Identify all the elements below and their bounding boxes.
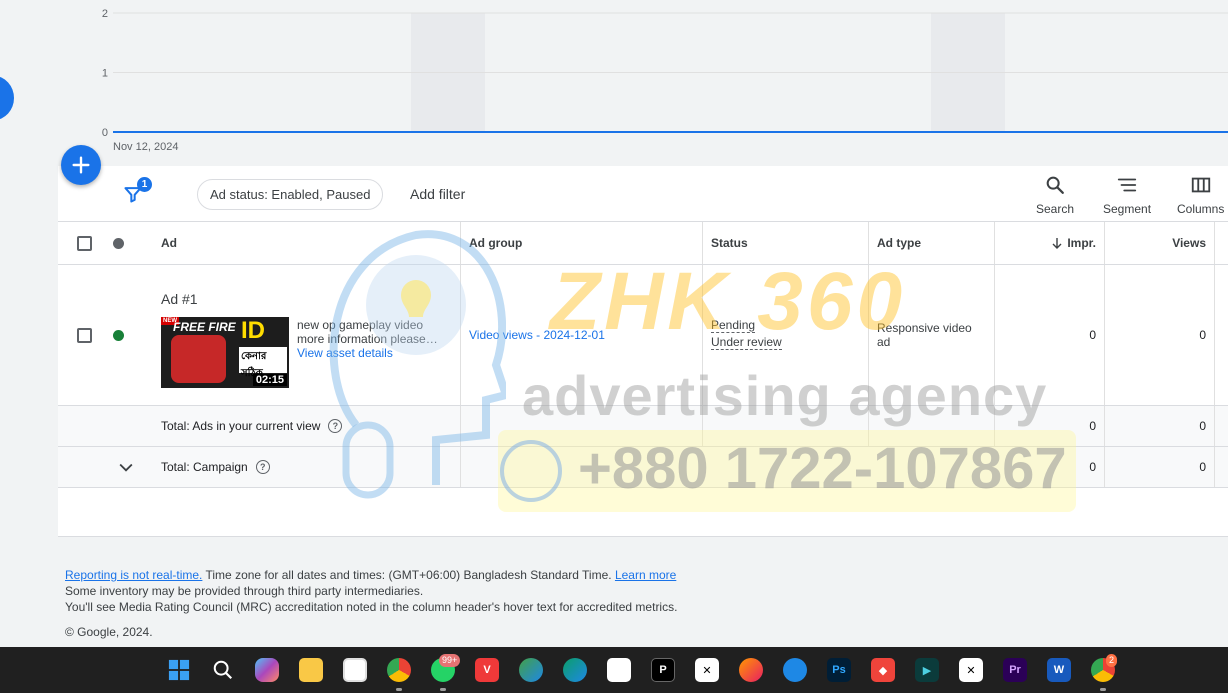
header-ad[interactable]: Ad: [161, 222, 177, 264]
ad-status[interactable]: Pending Under review: [711, 317, 782, 351]
ad-name[interactable]: Ad #1: [161, 291, 198, 307]
windows-taskbar: 99+ V P ✕ Ps ◆ ▶ ✕ Pr W 2: [0, 647, 1228, 693]
header-views[interactable]: Views: [1104, 222, 1206, 264]
search-label: Search: [1036, 202, 1075, 216]
help-icon[interactable]: ?: [255, 460, 270, 474]
chrome-profile-badge: 2: [1106, 654, 1118, 667]
chrome-icon[interactable]: [387, 658, 411, 682]
footer-timezone-text: Time zone for all dates and times: (GMT+…: [202, 568, 615, 582]
total-view-views: 0: [1199, 419, 1206, 433]
windows-start-icon[interactable]: [167, 658, 191, 682]
whatsapp-badge: 99+: [439, 654, 461, 667]
vivaldi-icon[interactable]: V: [475, 658, 499, 682]
header-impr[interactable]: Impr.: [994, 222, 1096, 264]
filter-count-badge: 1: [137, 177, 152, 192]
word-icon[interactable]: W: [1047, 658, 1071, 682]
pixel-editor-icon[interactable]: P: [651, 658, 675, 682]
table-toolbar: 1 Ad status: Enabled, Paused Add filter …: [58, 166, 1228, 222]
premiere-icon[interactable]: Pr: [1003, 658, 1027, 682]
status-under-review: Under review: [711, 335, 782, 350]
add-ad-button[interactable]: [61, 145, 101, 185]
segment-label: Segment: [1103, 202, 1152, 216]
copilot-icon[interactable]: [255, 658, 279, 682]
search-button[interactable]: Search: [1036, 174, 1074, 216]
total-campaign-row: Total: Campaign ? 0 0: [58, 447, 1228, 488]
photoshop-icon[interactable]: Ps: [827, 658, 851, 682]
ad-status-filter-chip[interactable]: Ad status: Enabled, Paused: [197, 179, 384, 210]
ad-group-link[interactable]: Video views - 2024-12-01: [469, 265, 605, 405]
edge-icon[interactable]: [563, 658, 587, 682]
chevron-down-icon[interactable]: [116, 457, 136, 477]
row-checkbox[interactable]: [77, 327, 92, 343]
reporting-not-realtime-link[interactable]: Reporting is not real-time.: [65, 568, 202, 582]
views-value: 0: [1199, 328, 1206, 342]
filmora-icon[interactable]: ▶: [915, 658, 939, 682]
total-campaign-views: 0: [1199, 460, 1206, 474]
ad-description-line1: new op gameplay video: [297, 318, 424, 332]
microsoft-store-icon[interactable]: [607, 658, 631, 682]
total-campaign-label: Total: Campaign: [161, 460, 248, 474]
header-status[interactable]: Status: [711, 222, 748, 264]
total-view-label: Total: Ads in your current view: [161, 419, 321, 433]
performance-chart: 0 1 2 Nov 12, 2024: [102, 8, 1228, 153]
search-icon[interactable]: [211, 658, 235, 682]
vpn-icon[interactable]: [783, 658, 807, 682]
footer: Reporting is not real-time. Time zone fo…: [65, 567, 677, 640]
header-impr-label: Impr.: [1067, 236, 1096, 250]
x-tick-label: Nov 12, 2024: [113, 141, 178, 153]
total-campaign-cell: Total: Campaign ?: [161, 447, 270, 487]
add-filter-button[interactable]: Add filter: [410, 186, 465, 202]
total-view-cell: Total: Ads in your current view ?: [161, 406, 343, 446]
y-tick-label: 1: [102, 68, 108, 80]
sort-descending-icon: [1052, 238, 1062, 249]
ad-description: new op gameplay video more information p…: [297, 318, 447, 360]
thumbnail-duration: 02:15: [252, 374, 287, 386]
file-explorer-icon[interactable]: [299, 658, 323, 682]
y-tick-label: 2: [102, 8, 108, 20]
footer-inventory-text: Some inventory may be provided through t…: [65, 584, 424, 598]
columns-label: Columns: [1177, 202, 1225, 216]
y-tick-label: 0: [102, 127, 108, 139]
segment-icon: [1117, 178, 1137, 192]
table-header-row: Ad Ad group Status Ad type Impr. Views: [58, 222, 1228, 265]
table-row: Ad #1 NEW FREE FIRE ID কেনার সঠিক 02:15 …: [58, 265, 1228, 406]
snipping-tool-icon[interactable]: [343, 658, 367, 682]
header-ad-type[interactable]: Ad type: [877, 222, 921, 264]
total-view-impr: 0: [1089, 419, 1096, 433]
header-ad-group[interactable]: Ad group: [469, 222, 522, 264]
enabled-status-dot-icon[interactable]: [113, 329, 124, 341]
learn-more-link[interactable]: Learn more: [615, 568, 676, 582]
video-thumbnail[interactable]: NEW FREE FIRE ID কেনার সঠিক 02:15: [161, 317, 289, 388]
anydesk-icon[interactable]: ◆: [871, 658, 895, 682]
footer-mrc-text: You'll see Media Rating Council (MRC) ac…: [65, 600, 678, 614]
firefox-icon[interactable]: [739, 658, 763, 682]
impr-value: 0: [1089, 328, 1096, 342]
thumbnail-brand-text: FREE FIRE: [173, 320, 236, 334]
columns-icon: [1191, 177, 1210, 193]
help-icon[interactable]: ?: [328, 419, 343, 433]
ad-description-line2: more information please…: [297, 332, 438, 346]
thumbnail-id-text: ID: [241, 317, 265, 344]
segment-button[interactable]: Segment: [1103, 174, 1151, 216]
ads-table-card: 1 Ad status: Enabled, Paused Add filter …: [58, 166, 1228, 537]
select-all-checkbox[interactable]: [77, 235, 92, 251]
thumbnail-graphic: [171, 335, 226, 383]
status-column-dot-icon: [113, 237, 124, 249]
edge-beta-icon[interactable]: [519, 658, 543, 682]
search-icon: [1046, 176, 1064, 194]
copyright: © Google, 2024.: [65, 625, 153, 639]
total-campaign-impr: 0: [1089, 460, 1096, 474]
status-pending: Pending: [711, 318, 756, 333]
thumbnail-bengali-text: কেনার সঠিক: [239, 347, 287, 379]
capcut-alt-icon[interactable]: ✕: [959, 658, 983, 682]
plus-icon: [72, 156, 90, 174]
total-view-row: Total: Ads in your current view ? 0 0: [58, 406, 1228, 447]
view-asset-details-link[interactable]: View asset details: [297, 346, 447, 360]
columns-button[interactable]: Columns: [1177, 174, 1224, 216]
capcut-icon[interactable]: ✕: [695, 658, 719, 682]
ad-type: Responsive video ad: [877, 321, 972, 349]
